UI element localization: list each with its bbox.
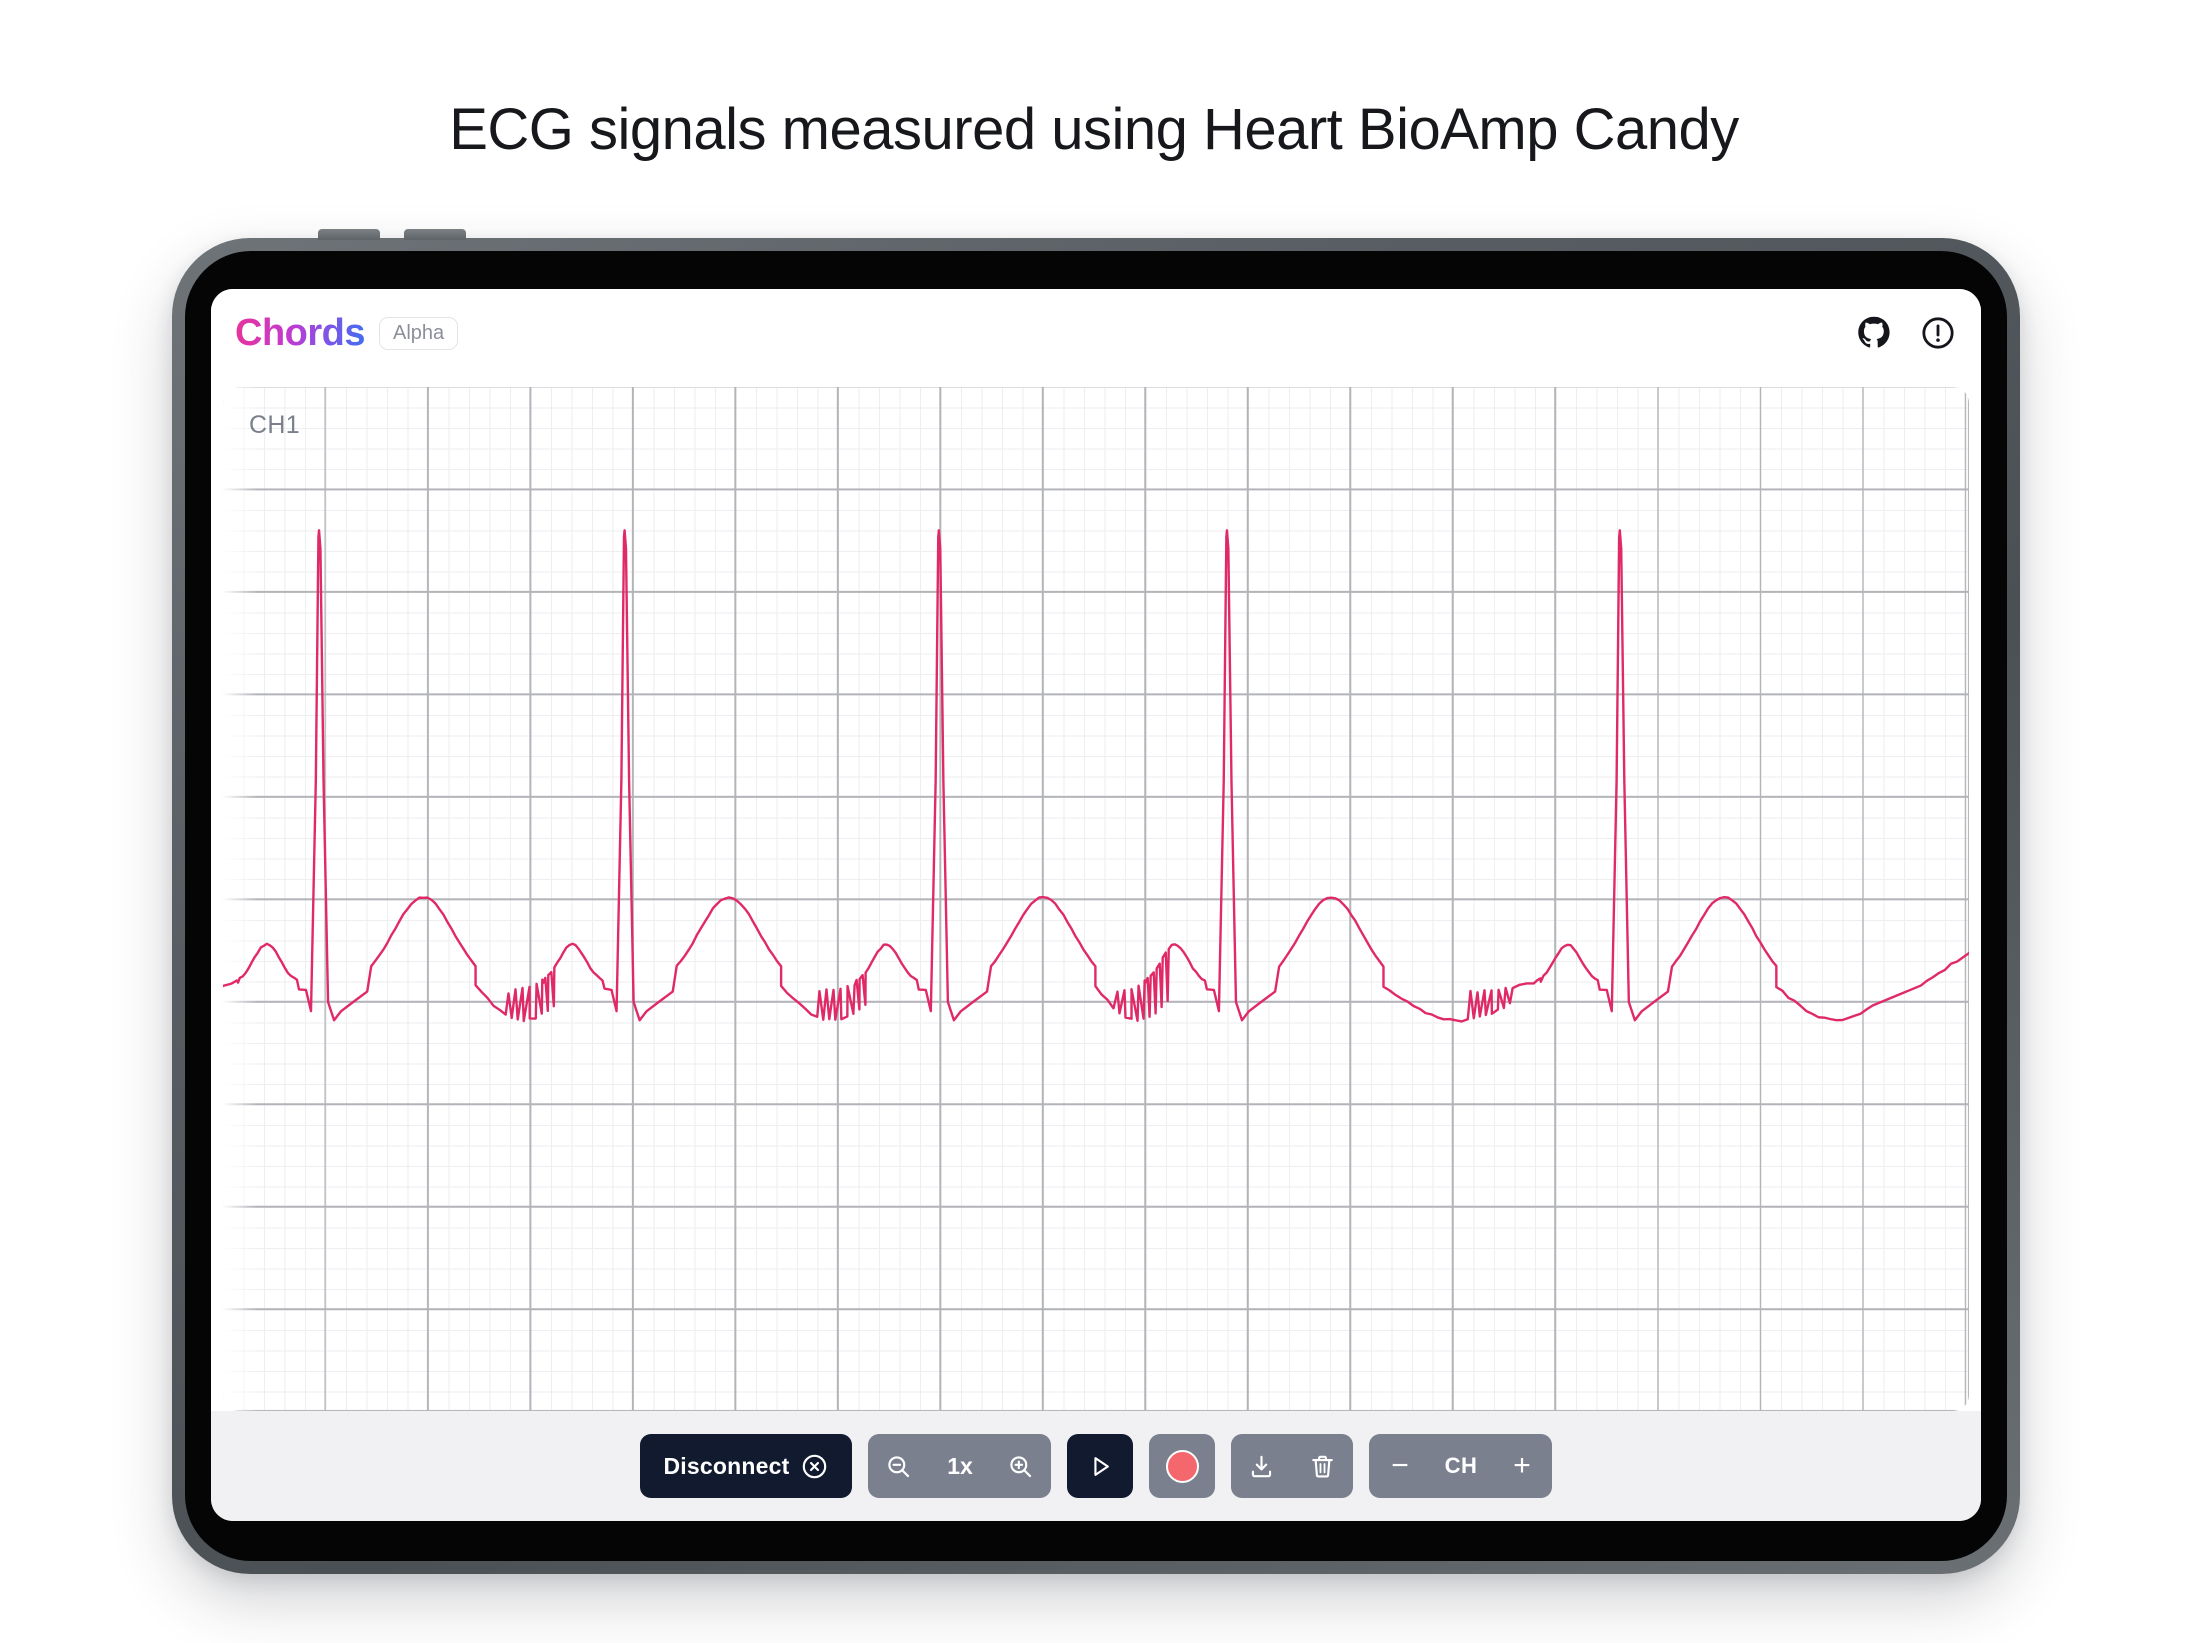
disconnect-label: Disconnect <box>663 1452 790 1479</box>
channel-increase-button[interactable]: + <box>1491 1434 1553 1498</box>
file-action-group <box>1231 1434 1354 1498</box>
play-button[interactable] <box>1067 1434 1134 1498</box>
page-title: ECG signals measured using Heart BioAmp … <box>449 97 1739 162</box>
app-header: Chords Alpha <box>211 289 1981 377</box>
ecg-trace <box>223 387 1969 1411</box>
ecg-chart-canvas[interactable]: CH1 <box>223 387 1969 1411</box>
github-icon <box>1858 316 1890 348</box>
download-button[interactable] <box>1231 1434 1293 1498</box>
channel-count-label[interactable]: CH <box>1430 1434 1492 1498</box>
tablet-screen: Chords Alpha CH1 Disconnect 1x − CH + <box>185 251 2007 1561</box>
record-button[interactable] <box>1149 1434 1216 1498</box>
info-link[interactable] <box>1921 316 1955 350</box>
record-dot-icon <box>1165 1449 1199 1483</box>
close-circle-icon <box>803 1454 827 1478</box>
channel-control-group: − CH + <box>1369 1434 1553 1498</box>
control-toolbar: Disconnect 1x − CH + <box>639 1434 1553 1498</box>
disconnect-button[interactable]: Disconnect <box>639 1434 853 1498</box>
chart-area: CH1 <box>211 377 1981 1411</box>
chords-app-window: Chords Alpha CH1 Disconnect 1x − CH + <box>211 289 1981 1521</box>
channel-decrease-button[interactable]: − <box>1369 1434 1431 1498</box>
alpha-badge: Alpha <box>379 316 459 350</box>
zoom-out-button[interactable] <box>868 1434 930 1498</box>
app-footer: Disconnect 1x − CH + <box>211 1411 1981 1521</box>
volume-up-button[interactable] <box>318 229 380 240</box>
zoom-level-button[interactable]: 1x <box>929 1434 991 1498</box>
tablet-device: Chords Alpha CH1 Disconnect 1x − CH + <box>172 229 2020 1574</box>
github-link[interactable] <box>1857 316 1891 350</box>
volume-down-button[interactable] <box>404 229 466 240</box>
header-actions <box>1857 316 1955 350</box>
zoom-in-icon <box>1010 1455 1032 1477</box>
delete-button[interactable] <box>1292 1434 1354 1498</box>
play-icon <box>1094 1456 1109 1476</box>
trash-icon <box>1312 1455 1334 1477</box>
zoom-in-button[interactable] <box>990 1434 1052 1498</box>
page-root: ECG signals measured using Heart BioAmp … <box>0 0 2188 1643</box>
zoom-control-group: 1x <box>868 1434 1052 1498</box>
download-icon <box>1252 1455 1272 1477</box>
zoom-out-icon <box>888 1455 910 1477</box>
app-logo: Chords <box>235 311 366 354</box>
info-icon <box>1922 317 1954 349</box>
